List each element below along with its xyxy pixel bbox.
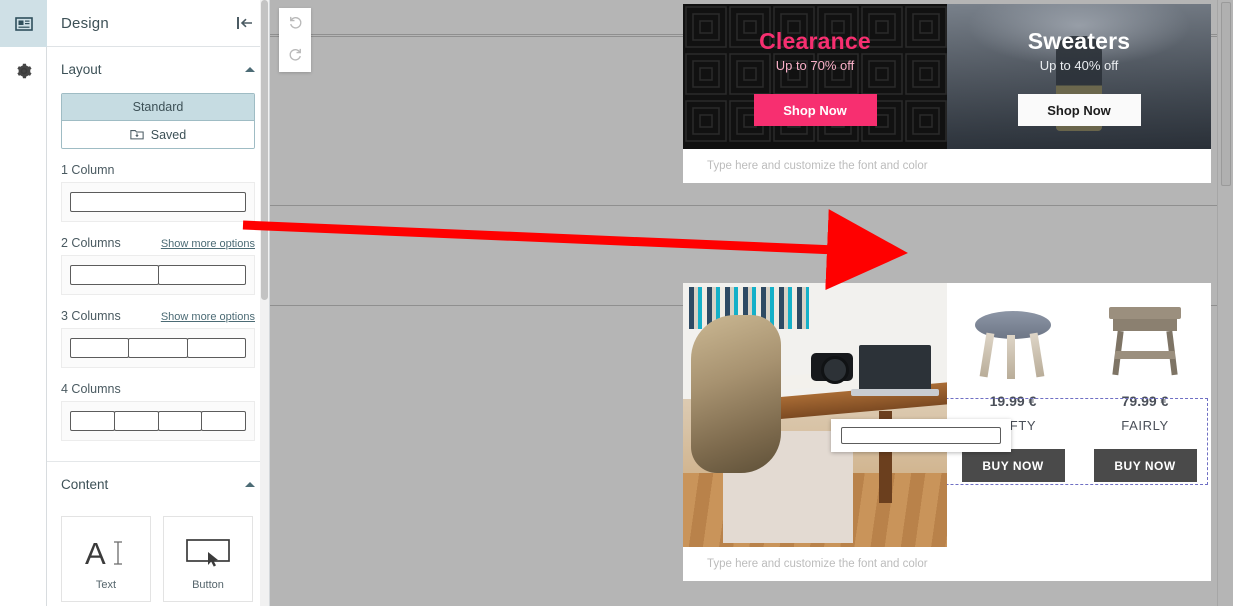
product-image-stool[interactable] [971,301,1055,379]
hero-caption-placeholder: Type here and customize the font and col… [707,160,928,172]
hero-banner-sweaters[interactable]: Sweaters Up to 40% off Shop Now [947,4,1211,149]
section-title-layout: Layout [61,61,102,77]
hero-shop-now-button-sweaters[interactable]: Shop Now [1017,94,1141,126]
redo-icon [287,45,304,67]
chevron-up-icon[interactable] [245,481,255,487]
photo-laptop-base [851,389,939,396]
hero-shop-now-button-clearance[interactable]: Shop Now [753,94,877,126]
layout-widget-4-columns[interactable] [61,401,255,441]
layout-cell [70,411,115,431]
product-caption-placeholder: Type here and customize the font and col… [707,558,928,570]
layout-cell [128,338,188,358]
photo-camera [811,353,853,384]
layout-group-label: 3 Columns [61,309,121,323]
layout-widget-1-column[interactable] [61,182,255,222]
collapse-panel-icon[interactable] [235,15,255,31]
layout-cell [70,265,159,285]
email-document: Clearance Up to 70% off Shop Now Sweater… [683,4,1211,581]
tab-saved[interactable]: Saved [62,121,254,148]
lifestyle-photo[interactable] [683,283,947,547]
panel-scrollbar[interactable] [260,0,269,606]
hero-caption-band[interactable]: Type here and customize the font and col… [683,149,1211,183]
hero-title-sweaters: Sweaters [1027,28,1131,54]
content-widget-grid: A Text Button [47,506,269,602]
undo-icon [287,13,304,35]
chevron-up-icon[interactable] [245,66,255,72]
drop-zone-band [683,183,1211,485]
history-toolbar [279,8,311,72]
canvas-scrollbar[interactable] [1217,0,1233,606]
layout-group-label: 1 Column [61,163,115,177]
show-more-options-3-columns[interactable]: Show more options [161,311,255,323]
table-apron [1113,319,1177,331]
tab-standard[interactable]: Standard [62,94,254,121]
layout-cell [157,411,203,431]
layout-group-3-columns-header: 3 Columns Show more options [47,295,269,328]
layout-group-label: 4 Columns [61,382,121,396]
layout-cell [201,411,246,431]
gear-icon [15,62,33,80]
layout-group-label: 2 Columns [61,236,121,250]
icon-rail [0,0,47,606]
stool-leg [1007,335,1015,379]
folder-down-icon [130,128,144,141]
design-icon [14,14,34,34]
layout-cell [186,338,246,358]
hero-subtitle-sweaters: Up to 40% off [1039,58,1119,73]
table-lower-shelf [1115,351,1175,359]
design-panel: Design Layout Standard Saved 1 Column 2 … [47,0,270,606]
layout-cell [70,192,246,212]
layout-widget-3-columns[interactable] [61,328,255,368]
layout-cell [113,411,159,431]
page-title: Design [61,14,109,32]
product-image-side-table[interactable] [1103,301,1187,379]
content-widget-text-label: Text [95,579,117,591]
stool-leg [1029,332,1045,378]
content-widget-button[interactable]: Button [163,516,253,602]
text-cursor-icon: A [83,531,129,575]
layout-widget-2-columns[interactable] [61,255,255,295]
section-title-content: Content [61,476,109,492]
show-more-options-2-columns[interactable]: Show more options [161,238,255,250]
hero-subtitle-clearance: Up to 70% off [775,58,855,73]
tab-standard-label: Standard [132,100,184,114]
panel-scrollbar-thumb[interactable] [261,0,268,300]
layout-group-4-columns-header: 4 Columns [47,368,269,401]
rail-item-design[interactable] [0,0,47,47]
rail-item-settings[interactable] [0,47,47,94]
photo-fur-throw [691,315,781,473]
email-canvas: Clearance Up to 70% off Shop Now Sweater… [270,0,1233,606]
photo-laptop-screen [859,345,931,391]
design-panel-header: Design [47,0,269,47]
layout-cell [157,265,246,285]
section-header-content[interactable]: Content [47,462,269,506]
hero-title-clearance: Clearance [759,28,871,54]
layout-group-1-column-header: 1 Column [47,149,269,182]
product-caption-band[interactable]: Type here and customize the font and col… [683,547,1211,581]
svg-text:A: A [85,536,106,571]
layout-source-tabs: Standard Saved [61,93,255,149]
dragged-layout-widget-preview[interactable] [831,419,1011,452]
stool-leg [979,332,995,378]
button-pointer-icon [184,531,232,575]
undo-button[interactable] [279,8,311,40]
canvas-scrollbar-thumb[interactable] [1221,2,1231,186]
layout-group-2-columns-header: 2 Columns Show more options [47,222,269,255]
section-header-layout[interactable]: Layout [47,47,269,91]
layout-cell [70,338,130,358]
hero-banner-clearance[interactable]: Clearance Up to 70% off Shop Now [683,4,947,149]
tab-saved-label: Saved [150,127,187,142]
redo-button[interactable] [279,40,311,72]
content-widget-text[interactable]: A Text [61,516,151,602]
email-builder-app: Design Layout Standard Saved 1 Column 2 … [0,0,1233,606]
content-widget-button-label: Button [192,579,224,591]
hero-banner-row: Clearance Up to 70% off Shop Now Sweater… [683,4,1211,149]
table-top [1109,307,1181,319]
layout-cell [841,427,1001,444]
